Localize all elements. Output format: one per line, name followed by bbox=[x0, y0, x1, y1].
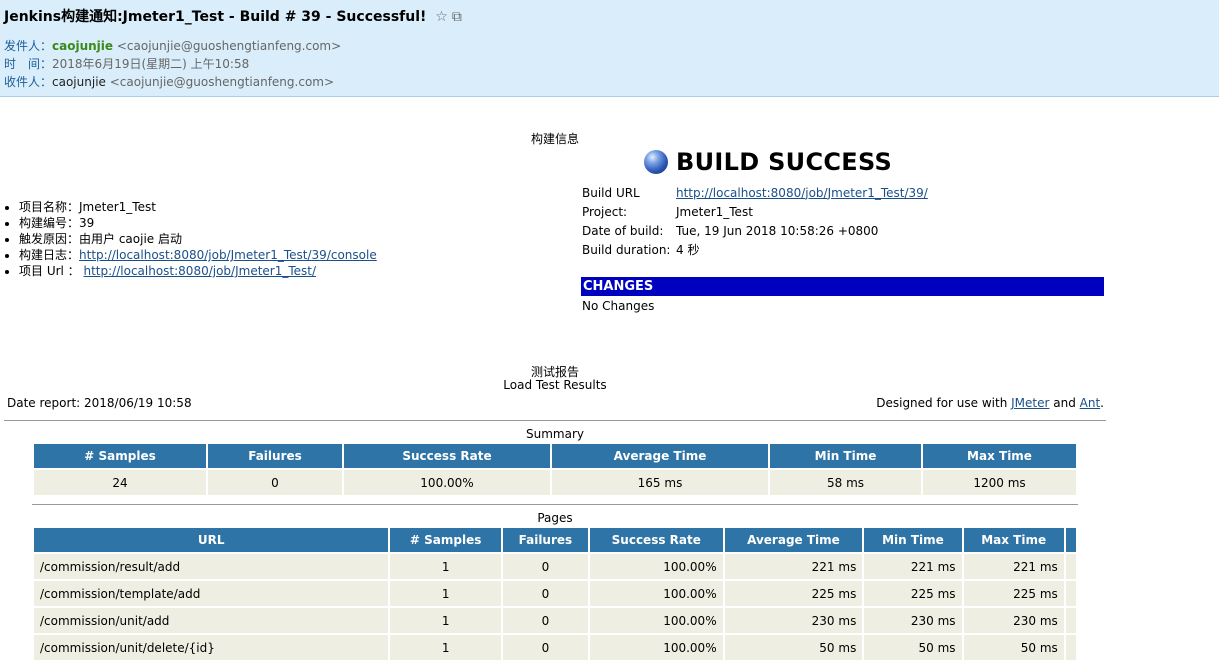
to-name[interactable]: caojunjie bbox=[52, 75, 106, 89]
pages-table: URL # Samples Failures Success Rate Aver… bbox=[32, 526, 1078, 662]
table-row: /commission/unit/delete/{id} 1 0 100.00%… bbox=[34, 635, 1076, 660]
changes-text: No Changes bbox=[582, 299, 655, 313]
build-url-link[interactable]: http://localhost:8080/job/Jmeter1_Test/3… bbox=[676, 186, 928, 200]
date-report: Date report: 2018/06/19 10:58 bbox=[7, 396, 192, 410]
mail-time-row: 时 间：2018年6月19日(星期二) 上午10:58 bbox=[4, 55, 249, 72]
column-header: Max Time bbox=[923, 444, 1076, 468]
list-item: 项目 Url ： http://localhost:8080/job/Jmete… bbox=[19, 263, 377, 279]
pages-title: Pages bbox=[537, 511, 573, 525]
list-item: 触发原因：由用户 caojie 启动 bbox=[19, 231, 377, 247]
from-name[interactable]: caojunjie bbox=[52, 39, 113, 53]
console-log-link[interactable]: http://localhost:8080/job/Jmeter1_Test/3… bbox=[79, 248, 377, 262]
project-url-link[interactable]: http://localhost:8080/job/Jmeter1_Test/ bbox=[84, 264, 317, 278]
popout-icon[interactable]: ⧉ bbox=[452, 9, 462, 25]
list-item: 构建日志：http://localhost:8080/job/Jmeter1_T… bbox=[19, 247, 377, 263]
mail-subject: Jenkins构建通知:Jmeter1_Test - Build # 39 - … bbox=[4, 6, 466, 26]
mail-to-row: 收件人：caojunjie <caojunjie@guoshengtianfen… bbox=[4, 73, 334, 90]
table-row: Build duration: 4 秒 bbox=[582, 240, 928, 259]
summary-table: # Samples Failures Success Rate Average … bbox=[32, 442, 1078, 497]
divider bbox=[4, 420, 1106, 421]
column-header: URL bbox=[34, 528, 389, 552]
column-header: Average Time bbox=[552, 444, 768, 468]
build-status-text: BUILD SUCCESS bbox=[676, 148, 893, 176]
project-name-value: Jmeter1_Test bbox=[79, 200, 156, 214]
table-row: Date of build: Tue, 19 Jun 2018 10:58:26… bbox=[582, 221, 928, 240]
list-item: 项目名称：Jmeter1_Test bbox=[19, 199, 377, 215]
list-item: 构建编号：39 bbox=[19, 215, 377, 231]
project-value: Jmeter1_Test bbox=[676, 204, 753, 219]
from-address: <caojunjie@guoshengtianfeng.com> bbox=[116, 39, 342, 53]
column-header: Success Rate bbox=[344, 444, 550, 468]
build-duration-value: 4 秒 bbox=[676, 243, 700, 257]
table-row: /commission/result/add 1 0 100.00% 221 m… bbox=[34, 554, 1076, 579]
column-header: Min Time bbox=[770, 444, 921, 468]
mail-from-row: 发件人：caojunjie <caojunjie@guoshengtianfen… bbox=[4, 37, 341, 54]
time-label: 时 间： bbox=[4, 57, 53, 71]
date-report-value: 2018/06/19 10:58 bbox=[84, 396, 192, 410]
time-value: 2018年6月19日(星期二) 上午10:58 bbox=[52, 57, 250, 71]
to-label: 收件人： bbox=[4, 75, 53, 89]
build-number-value: 39 bbox=[79, 216, 95, 230]
mail-header: Jenkins构建通知:Jmeter1_Test - Build # 39 - … bbox=[0, 0, 1219, 97]
table-header-row: # Samples Failures Success Rate Average … bbox=[34, 444, 1076, 468]
column-header: # Samples bbox=[390, 528, 501, 552]
build-info-list: 项目名称：Jmeter1_Test 构建编号：39 触发原因：由用户 caoji… bbox=[4, 199, 377, 279]
changes-header: CHANGES bbox=[581, 277, 1104, 296]
summary-title: Summary bbox=[526, 427, 584, 441]
from-label: 发件人： bbox=[4, 39, 53, 53]
build-details-table: Build URL http://localhost:8080/job/Jmet… bbox=[582, 183, 928, 259]
mail-subject-text: Jenkins构建通知:Jmeter1_Test - Build # 39 - … bbox=[4, 9, 427, 25]
column-header: Min Time bbox=[864, 528, 962, 552]
column-header: Max Time bbox=[963, 528, 1064, 552]
table-row: /commission/unit/add 1 0 100.00% 230 ms … bbox=[34, 608, 1076, 633]
build-date-value: Tue, 19 Jun 2018 10:58:26 +0800 bbox=[676, 223, 879, 238]
star-icon[interactable]: ☆ bbox=[435, 9, 448, 25]
ant-link[interactable]: Ant bbox=[1080, 396, 1101, 410]
trigger-cause-value: 由用户 caojie 启动 bbox=[79, 232, 182, 246]
build-section-title: 构建信息 bbox=[530, 132, 579, 146]
table-row: 24 0 100.00% 165 ms 58 ms 1200 ms bbox=[34, 470, 1076, 495]
column-header: Average Time bbox=[724, 528, 863, 552]
to-address: <caojunjie@guoshengtianfeng.com> bbox=[109, 75, 335, 89]
table-row: Project: Jmeter1_Test bbox=[582, 202, 928, 221]
report-subtitle: Load Test Results bbox=[503, 378, 607, 392]
table-row: Build URL http://localhost:8080/job/Jmet… bbox=[582, 185, 928, 200]
blue-ball-icon bbox=[644, 150, 668, 174]
column-header: Failures bbox=[502, 528, 588, 552]
divider bbox=[32, 504, 1078, 505]
column-header bbox=[1065, 528, 1076, 552]
table-row: /commission/template/add 1 0 100.00% 225… bbox=[34, 581, 1076, 606]
column-header: Failures bbox=[208, 444, 342, 468]
column-header: Success Rate bbox=[589, 528, 723, 552]
build-status: BUILD SUCCESS bbox=[644, 148, 892, 176]
jmeter-link[interactable]: JMeter bbox=[1011, 396, 1049, 410]
designed-for: Designed for use with JMeter and Ant. bbox=[876, 396, 1104, 410]
column-header: # Samples bbox=[34, 444, 206, 468]
table-header-row: URL # Samples Failures Success Rate Aver… bbox=[34, 528, 1076, 552]
